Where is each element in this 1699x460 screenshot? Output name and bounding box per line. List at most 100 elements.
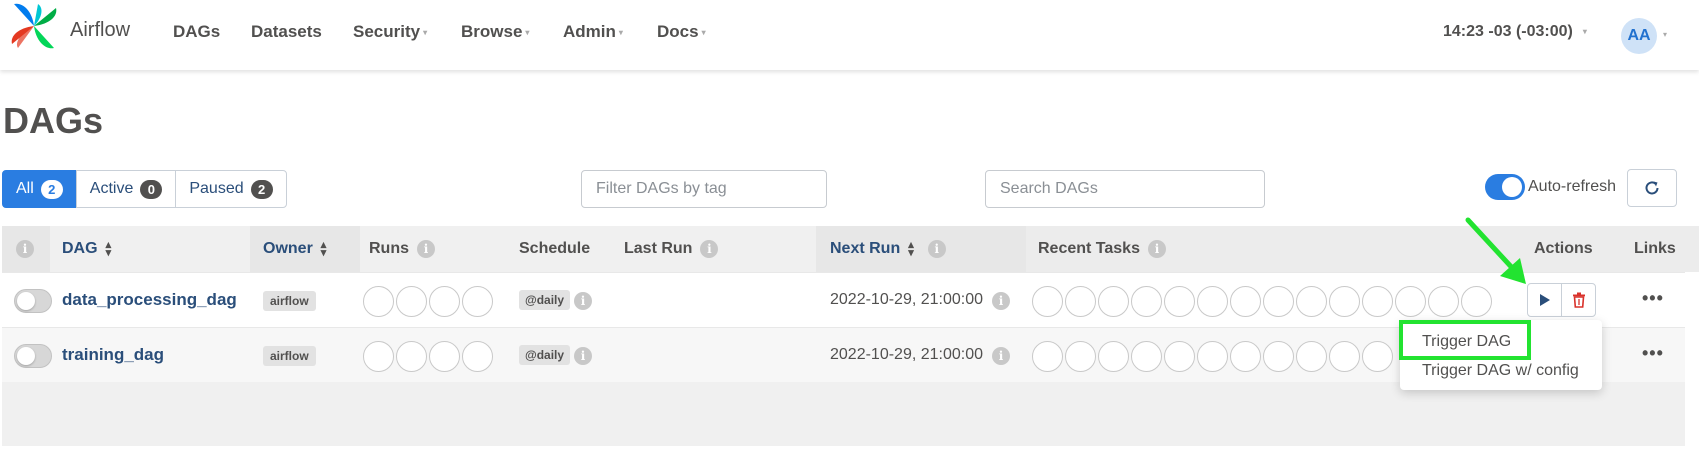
pause-toggle[interactable]	[14, 289, 52, 313]
task-status-circle[interactable]	[1098, 286, 1129, 317]
info-icon[interactable]: i	[992, 347, 1010, 365]
task-status-circle[interactable]	[1362, 286, 1393, 317]
task-status-circle[interactable]	[1032, 286, 1063, 317]
header-info: i	[16, 226, 34, 272]
info-icon[interactable]: i	[574, 347, 592, 365]
task-status-circle[interactable]	[1065, 341, 1096, 372]
links-menu-icon[interactable]: •••	[1642, 343, 1664, 364]
task-status-circle[interactable]	[1164, 341, 1195, 372]
run-status-circle[interactable]	[363, 341, 394, 372]
sort-icon: ▴ ▾	[320, 239, 327, 259]
task-status-circle[interactable]	[1230, 286, 1261, 317]
header-recent-tasks-label: Recent Tasks	[1038, 240, 1140, 257]
next-run-value: 2022-10-29, 21:00:00	[830, 291, 984, 308]
info-icon[interactable]: i	[1147, 240, 1166, 258]
nav-docs[interactable]: Docs ▾	[657, 22, 706, 42]
nav-security-label: Security	[353, 22, 421, 41]
highlight-box	[1399, 320, 1531, 360]
nav-security[interactable]: Security ▾	[353, 22, 427, 42]
filter-paused-button[interactable]: Paused 2	[175, 170, 287, 208]
info-icon[interactable]: i	[574, 292, 592, 310]
task-status-circle[interactable]	[1296, 341, 1327, 372]
filter-all-button[interactable]: All 2	[2, 170, 77, 208]
task-status-circle[interactable]	[1461, 286, 1492, 317]
airflow-logo-icon	[11, 3, 57, 49]
refresh-button[interactable]	[1627, 169, 1677, 207]
actions-group	[1527, 283, 1596, 317]
nav-datasets[interactable]: Datasets	[251, 22, 322, 42]
task-status-circle[interactable]	[1263, 286, 1294, 317]
task-status-circle[interactable]	[1131, 286, 1162, 317]
play-icon	[1539, 294, 1550, 306]
info-icon[interactable]: i	[417, 240, 435, 258]
info-icon: i	[16, 240, 34, 258]
header-next-run-label: Next Run	[830, 240, 901, 257]
user-avatar[interactable]: AA	[1621, 18, 1657, 54]
dag-name-link[interactable]: data_processing_dag	[62, 290, 237, 310]
nav-admin-label: Admin	[563, 22, 616, 41]
info-icon[interactable]: i	[700, 240, 719, 258]
filter-active-label: Active	[89, 180, 134, 197]
info-icon[interactable]: i	[992, 292, 1010, 310]
header-owner[interactable]: Owner ▴ ▾	[263, 226, 326, 272]
task-status-circle[interactable]	[1230, 341, 1261, 372]
table-header: i DAG ▴ ▾ Owner ▴ ▾ Runs i Schedule Last Run i…	[2, 226, 1699, 272]
dag-name-link[interactable]: training_dag	[62, 345, 164, 365]
task-status-circle[interactable]	[1098, 341, 1129, 372]
task-status-circle[interactable]	[1131, 341, 1162, 372]
annotation-arrow-icon	[1465, 217, 1526, 284]
autorefresh-toggle[interactable]	[1485, 174, 1525, 200]
task-status-circle[interactable]	[1065, 286, 1096, 317]
search-input[interactable]	[985, 170, 1265, 208]
nav-browse[interactable]: Browse ▾	[461, 22, 529, 42]
header-next-run[interactable]: Next Run ▴ ▾ i	[830, 226, 946, 272]
nav-dags[interactable]: DAGs	[173, 22, 220, 42]
task-status-circle[interactable]	[1362, 341, 1393, 372]
task-status-circle[interactable]	[1395, 286, 1426, 317]
filter-active-button[interactable]: Active 0	[75, 170, 177, 208]
run-status-circle[interactable]	[363, 286, 394, 317]
filter-all-label: All	[16, 180, 34, 197]
run-status-circle[interactable]	[396, 286, 427, 317]
task-status-circle[interactable]	[1428, 286, 1459, 317]
task-status-circle[interactable]	[1032, 341, 1063, 372]
schedule-tag[interactable]: @daily	[519, 345, 571, 365]
runs-circles	[363, 286, 495, 317]
toggle-knob	[1502, 177, 1522, 197]
run-status-circle[interactable]	[396, 341, 427, 372]
autorefresh-label: Auto-refresh	[1528, 178, 1617, 195]
chevron-down-icon[interactable]: ▾	[1663, 30, 1667, 39]
run-status-circle[interactable]	[462, 286, 493, 317]
recent-tasks-circles	[1032, 286, 1494, 317]
toggle-knob	[17, 292, 35, 310]
chevron-down-icon: ▾	[423, 28, 428, 38]
header-dag[interactable]: DAG ▴ ▾	[62, 226, 111, 272]
info-icon[interactable]: i	[927, 240, 946, 258]
task-status-circle[interactable]	[1263, 341, 1294, 372]
task-status-circle[interactable]	[1197, 286, 1228, 317]
task-status-circle[interactable]	[1197, 341, 1228, 372]
task-status-circle[interactable]	[1329, 341, 1360, 372]
timezone-menu[interactable]: 14:23 -03 (-03:00) ▾	[1443, 23, 1587, 41]
run-status-circle[interactable]	[429, 286, 460, 317]
owner-tag[interactable]: airflow	[263, 346, 316, 366]
filter-active-count: 0	[140, 179, 163, 199]
filter-paused-count: 2	[250, 179, 273, 199]
sort-icon: ▴ ▾	[908, 239, 914, 259]
task-status-circle[interactable]	[1296, 286, 1327, 317]
task-status-circle[interactable]	[1164, 286, 1195, 317]
links-menu-icon[interactable]: •••	[1642, 288, 1664, 309]
pause-toggle[interactable]	[14, 344, 52, 368]
run-status-circle[interactable]	[429, 341, 460, 372]
schedule-tag[interactable]: @daily	[519, 290, 571, 310]
trigger-dag-config-menu-item[interactable]: Trigger DAG w/ config	[1422, 362, 1579, 380]
runs-circles	[363, 341, 495, 372]
run-status-circle[interactable]	[462, 341, 493, 372]
task-status-circle[interactable]	[1329, 286, 1360, 317]
header-owner-label: Owner	[263, 240, 313, 257]
tag-filter-input[interactable]	[581, 170, 827, 208]
delete-dag-button[interactable]	[1561, 283, 1596, 317]
chevron-down-icon: ▾	[618, 28, 623, 38]
nav-admin[interactable]: Admin ▾	[563, 22, 623, 42]
owner-tag[interactable]: airflow	[263, 291, 316, 311]
